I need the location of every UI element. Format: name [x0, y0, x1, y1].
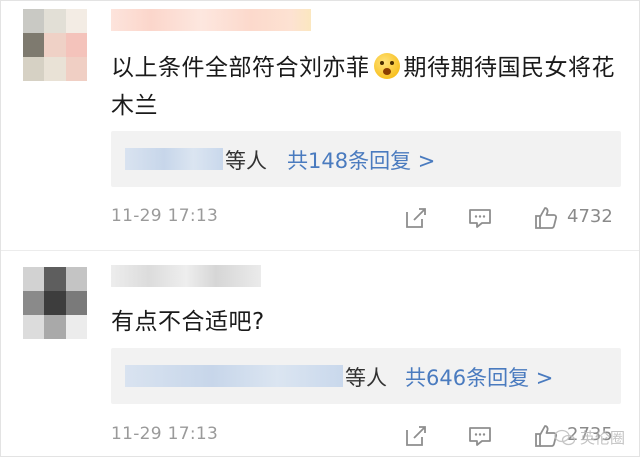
username-blurred[interactable]: [111, 265, 261, 287]
avatar[interactable]: [23, 267, 87, 339]
reply-users-suffix: 等人: [345, 366, 387, 390]
avatar[interactable]: [23, 9, 87, 81]
watermark-text: 英伦圈: [579, 429, 625, 447]
comment-item: 有点不合适吧? 等人 共646条回复 > 11-29 17:13 2735: [1, 251, 640, 458]
replies-box[interactable]: 等人 共148条回复 >: [111, 131, 621, 187]
wechat-icon: [554, 429, 576, 445]
thumbs-up-icon[interactable]: [533, 205, 559, 231]
comment-icon[interactable]: [467, 205, 493, 231]
reply-users-blurred: [125, 148, 223, 170]
comment-footer: 11-29 17:13 2735: [1, 421, 640, 451]
username-blurred[interactable]: [111, 9, 311, 31]
comment-text-part1: 以上条件全部符合刘亦菲: [111, 55, 370, 81]
repost-icon[interactable]: [403, 205, 429, 231]
comment-item: 以上条件全部符合刘亦菲 期待期待国民女将花木兰 等人 共148条回复 > 11-2…: [1, 1, 640, 251]
comment-text: 以上条件全部符合刘亦菲 期待期待国民女将花木兰: [111, 49, 631, 125]
reply-users-blurred: [125, 365, 343, 387]
comment-footer: 11-29 17:13 4732: [1, 203, 640, 233]
like-count: 4732: [567, 206, 613, 227]
timestamp: 11-29 17:13: [111, 424, 219, 444]
comment-text: 有点不合适吧?: [111, 309, 265, 335]
scream-emoji-icon: [373, 53, 400, 79]
view-replies-link[interactable]: 共148条回复 >: [287, 145, 435, 175]
replies-box[interactable]: 等人 共646条回复 >: [111, 348, 621, 404]
timestamp: 11-29 17:13: [111, 206, 219, 226]
view-replies-link[interactable]: 共646条回复 >: [405, 362, 553, 392]
repost-icon[interactable]: [403, 423, 429, 449]
reply-users-suffix: 等人: [225, 149, 267, 173]
watermark: 英伦圈: [554, 427, 625, 448]
comment-icon[interactable]: [467, 423, 493, 449]
